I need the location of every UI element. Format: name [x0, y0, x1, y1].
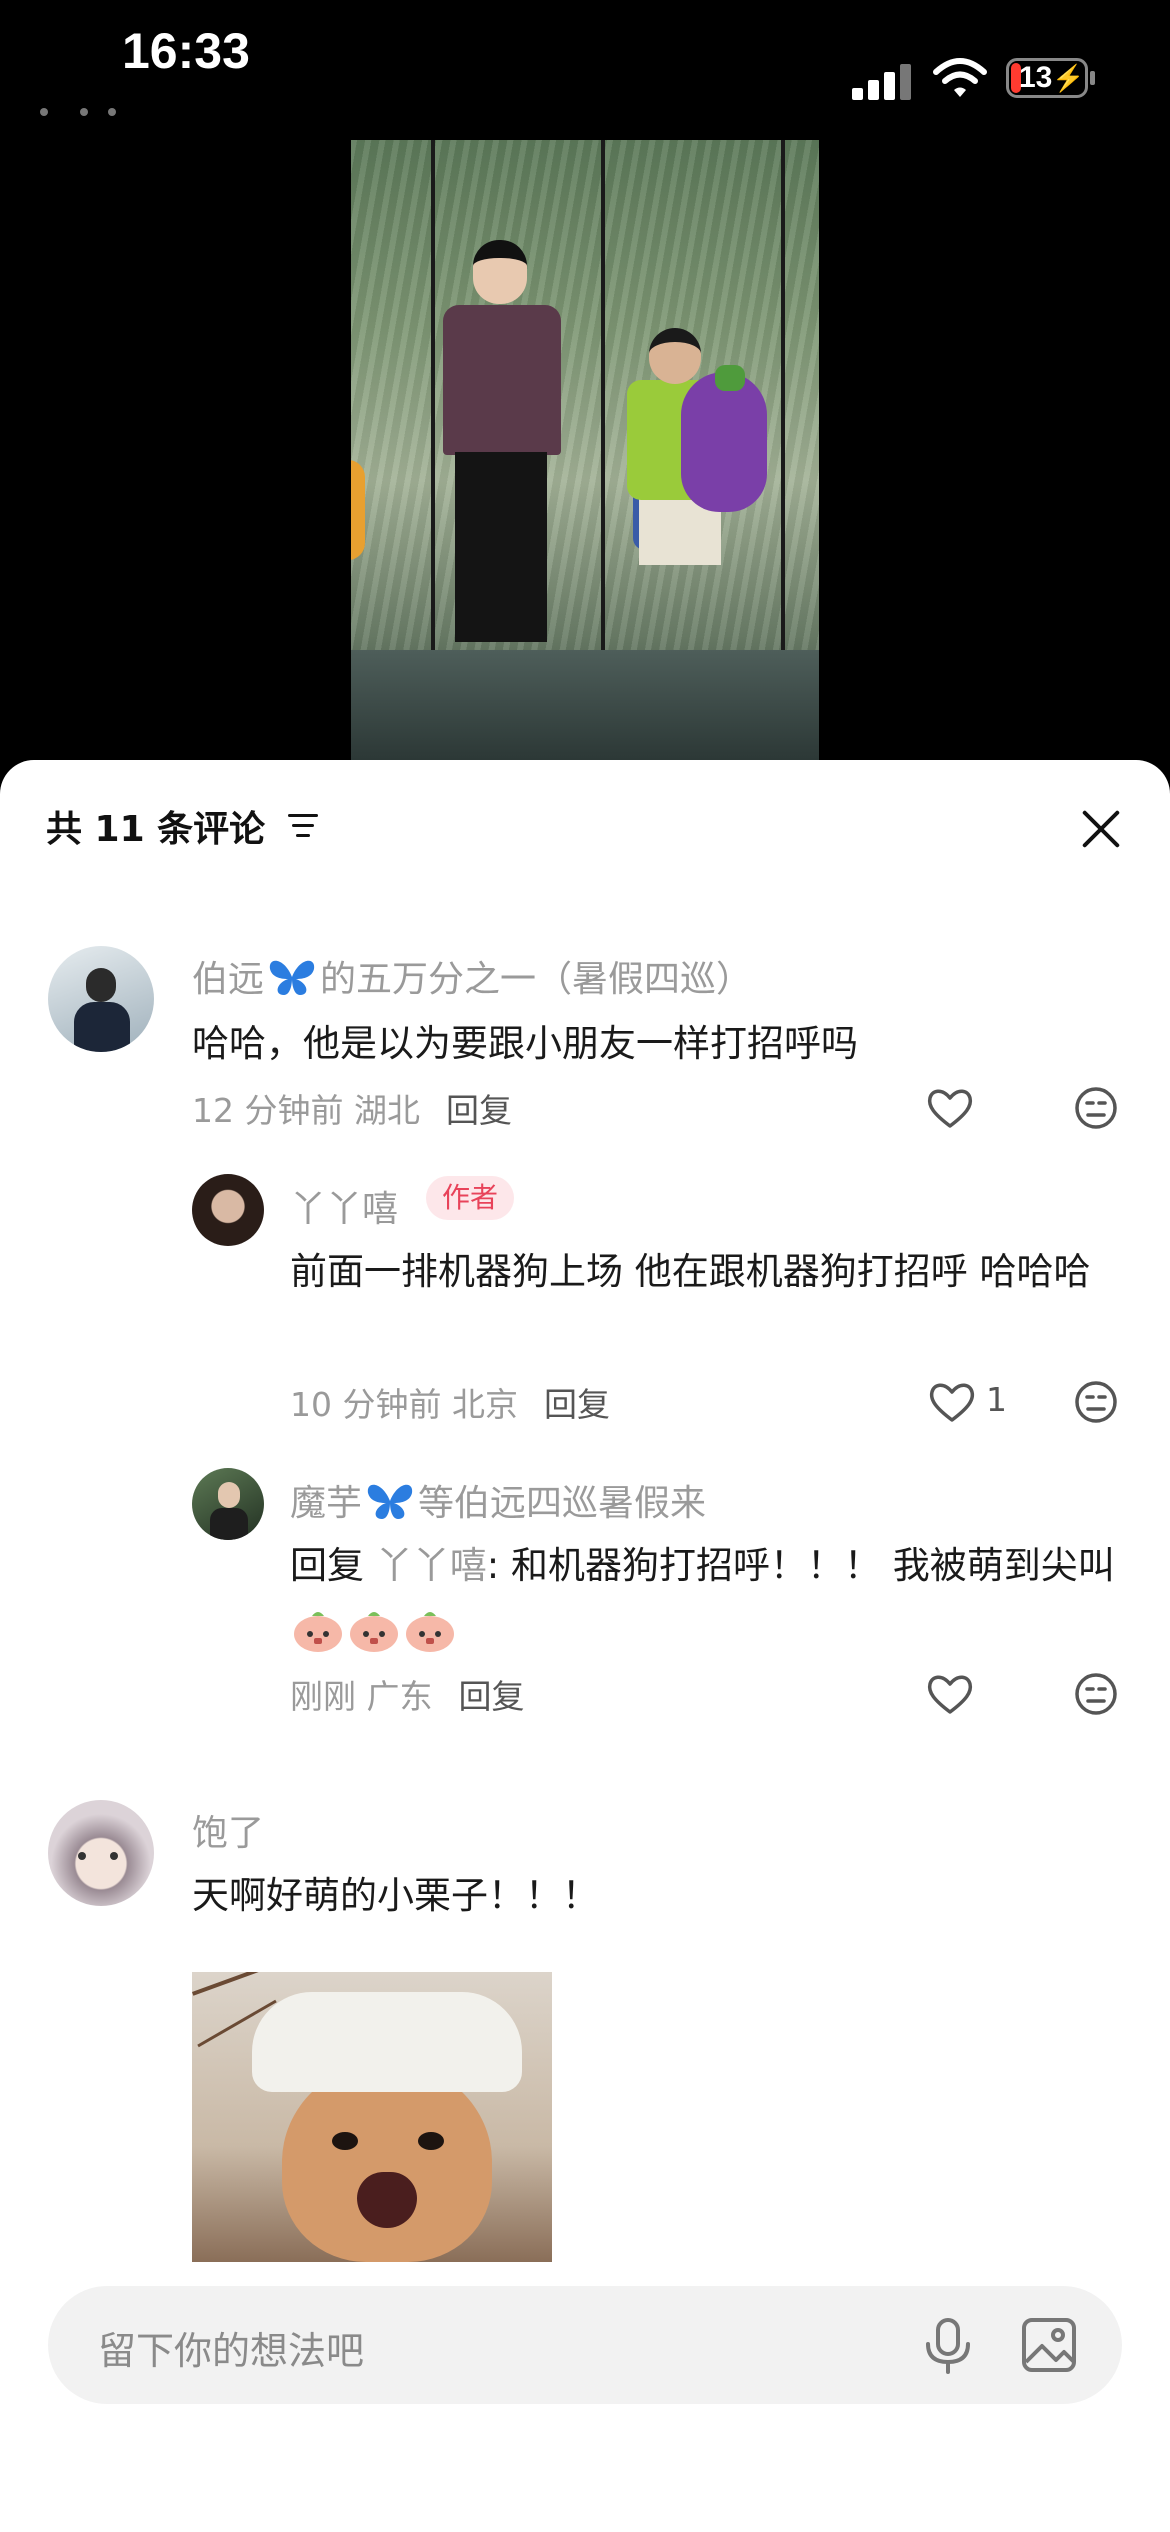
- reply-button[interactable]: 回复: [459, 1677, 525, 1716]
- dislike-icon[interactable]: [1074, 1380, 1118, 1424]
- status-time: 16:33: [122, 23, 250, 79]
- video-player[interactable]: [351, 140, 819, 760]
- comment-input[interactable]: 留下你的想法吧: [48, 2286, 1122, 2404]
- filter-icon[interactable]: [288, 812, 318, 840]
- avatar[interactable]: [48, 1800, 154, 1906]
- sheet-header: 共 11 条评论: [0, 760, 1170, 890]
- reply-button[interactable]: 回复: [544, 1385, 610, 1424]
- comment-username[interactable]: 伯远 的五万分之一（暑假四巡）: [192, 950, 752, 1002]
- author-badge: 作者: [426, 1176, 515, 1220]
- comment-username[interactable]: 魔芋 等伯远四巡暑假来: [290, 1474, 706, 1526]
- comment-text: 前面一排机器狗上场 他在跟机器狗打招呼 哈哈哈: [290, 1250, 1091, 1293]
- comment-text: 回复 丫丫嘻: 和机器狗打招呼！！！ 我被萌到尖叫: [290, 1534, 1120, 1662]
- dislike-icon[interactable]: [1074, 1086, 1118, 1130]
- comment-text: 哈哈，他是以为要跟小朋友一样打招呼吗: [192, 1022, 858, 1065]
- comment-meta: 12 分钟前 湖北 回复: [192, 1091, 512, 1130]
- performer-figure: [443, 305, 561, 455]
- butterfly-icon: [269, 960, 315, 995]
- close-icon[interactable]: [1080, 808, 1122, 850]
- butterfly-icon: [367, 1484, 413, 1519]
- comment-username[interactable]: 丫丫嘻: [290, 1180, 398, 1232]
- comment-count-title: 共 11 条评论: [46, 809, 266, 850]
- like-heart-icon[interactable]: [926, 1086, 974, 1130]
- comment-meta: 10 分钟前 北京 回复: [290, 1385, 610, 1424]
- reply-to-username[interactable]: 丫丫嘻: [376, 1544, 487, 1587]
- status-indicator-dots: [40, 108, 120, 120]
- avatar[interactable]: [192, 1174, 264, 1246]
- comment-username[interactable]: 饱了: [192, 1804, 264, 1856]
- avatar[interactable]: [48, 946, 154, 1052]
- comment-text: 天啊好萌的小栗子！！！: [192, 1874, 599, 1917]
- cat-chef-hat-sticker[interactable]: [192, 1972, 552, 2262]
- peach-emoji-icon: [294, 1612, 342, 1652]
- wifi-icon: [933, 58, 987, 97]
- comment-meta: 刚刚 广东 回复: [290, 1677, 525, 1716]
- like-heart-icon[interactable]: [926, 1672, 974, 1716]
- status-bar: 16:33 13⚡: [0, 0, 1170, 130]
- image-icon[interactable]: [1020, 2316, 1078, 2374]
- like-count: 1: [986, 1380, 1007, 1419]
- mic-icon[interactable]: [920, 2316, 976, 2376]
- comments-sheet: 共 11 条评论 伯远 的五万分之一（暑假四巡） 哈哈，他是以为要跟小朋友一样打招…: [0, 760, 1170, 2532]
- peach-emoji-icon: [350, 1612, 398, 1652]
- peach-emoji-icon: [406, 1612, 454, 1652]
- avatar[interactable]: [192, 1468, 264, 1540]
- eggplant-plush: [681, 372, 767, 512]
- dislike-icon[interactable]: [1074, 1672, 1118, 1716]
- like-heart-icon[interactable]: [928, 1380, 976, 1424]
- comment-input-placeholder: 留下你的想法吧: [98, 2329, 365, 2373]
- battery-cap: [1090, 71, 1095, 85]
- reply-button[interactable]: 回复: [446, 1091, 512, 1130]
- signal-icon: [852, 60, 912, 100]
- battery-level: 13: [1019, 61, 1053, 94]
- battery-charging-icon: 13⚡: [1006, 58, 1088, 98]
